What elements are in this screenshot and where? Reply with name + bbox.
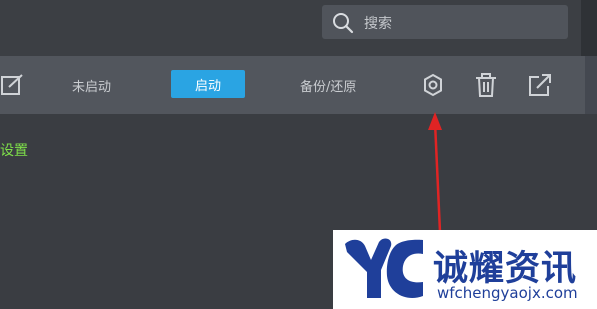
brand-url: wfchengyaojx.com xyxy=(437,284,578,302)
window-edge xyxy=(581,0,597,56)
backup-restore-button[interactable]: 备份/还原 xyxy=(300,76,356,95)
watermark: 诚耀资讯 wfchengyaojx.com xyxy=(333,230,597,309)
share-icon[interactable] xyxy=(527,72,553,98)
settings-link[interactable]: 设置 xyxy=(0,140,28,160)
gear-icon[interactable] xyxy=(420,72,446,98)
toolbar-edge xyxy=(585,56,597,114)
edit-icon[interactable] xyxy=(0,72,26,98)
search-icon xyxy=(333,13,354,34)
not-started-filter[interactable]: 未启动 xyxy=(72,76,111,95)
brand-logo-icon xyxy=(345,238,423,298)
search-placeholder: 搜索 xyxy=(364,16,392,32)
search-input[interactable]: 搜索 xyxy=(322,5,568,39)
toolbar: 未启动 启动 备份/还原 xyxy=(0,56,597,114)
top-bar: 搜索 xyxy=(0,0,597,56)
trash-icon[interactable] xyxy=(473,72,499,98)
start-button[interactable]: 启动 xyxy=(171,70,245,98)
